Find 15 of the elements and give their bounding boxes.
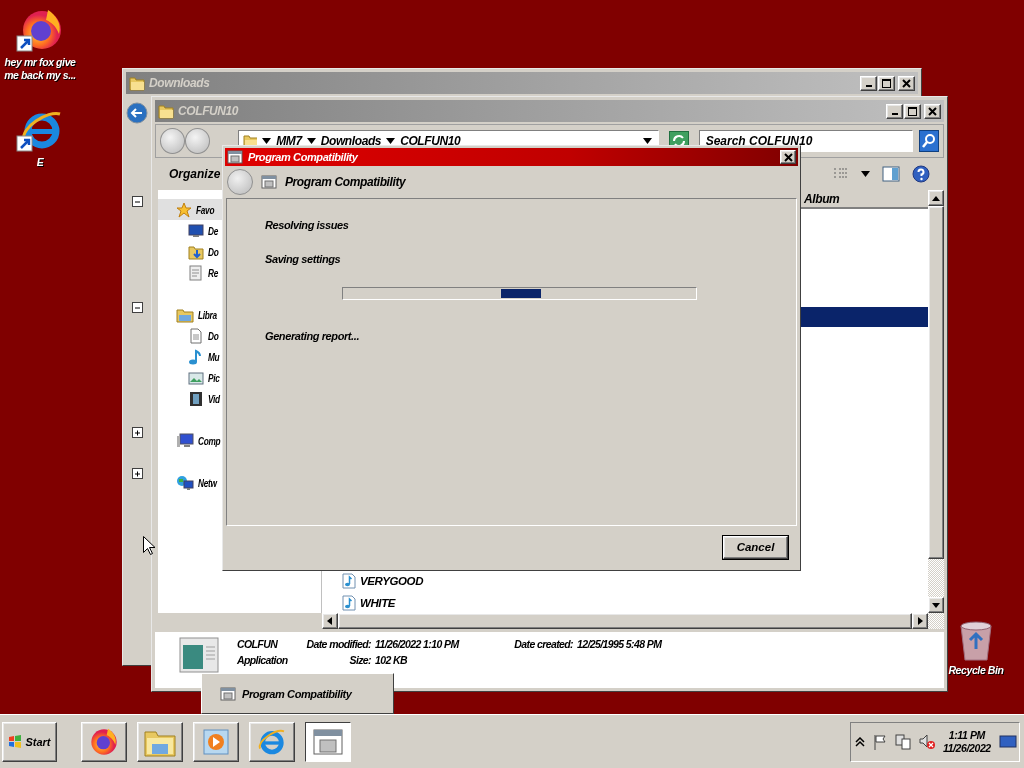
status-text: Generating report...	[265, 330, 361, 344]
detail-label: Size:	[348, 653, 371, 667]
detail-value: 12/25/1995 5:48 PM	[577, 637, 662, 651]
detail-label: Date modified:	[305, 637, 371, 651]
window-title: COLFUN10	[178, 104, 239, 118]
status-text: Resolving issues	[265, 219, 350, 233]
dialog-heading: Program Compatibility	[285, 175, 406, 189]
status-text: Saving settings	[265, 253, 342, 267]
file-name: COLFUN	[237, 637, 279, 651]
file-type: Application	[237, 653, 289, 667]
detail-value: 11/26/2022 1:10 PM	[375, 637, 461, 651]
dialog-title: Program Compatibility	[248, 151, 358, 163]
detail-value: 102 KB	[375, 653, 408, 667]
window-title: Downloads	[149, 76, 210, 90]
detail-label: Date created:	[513, 637, 573, 651]
